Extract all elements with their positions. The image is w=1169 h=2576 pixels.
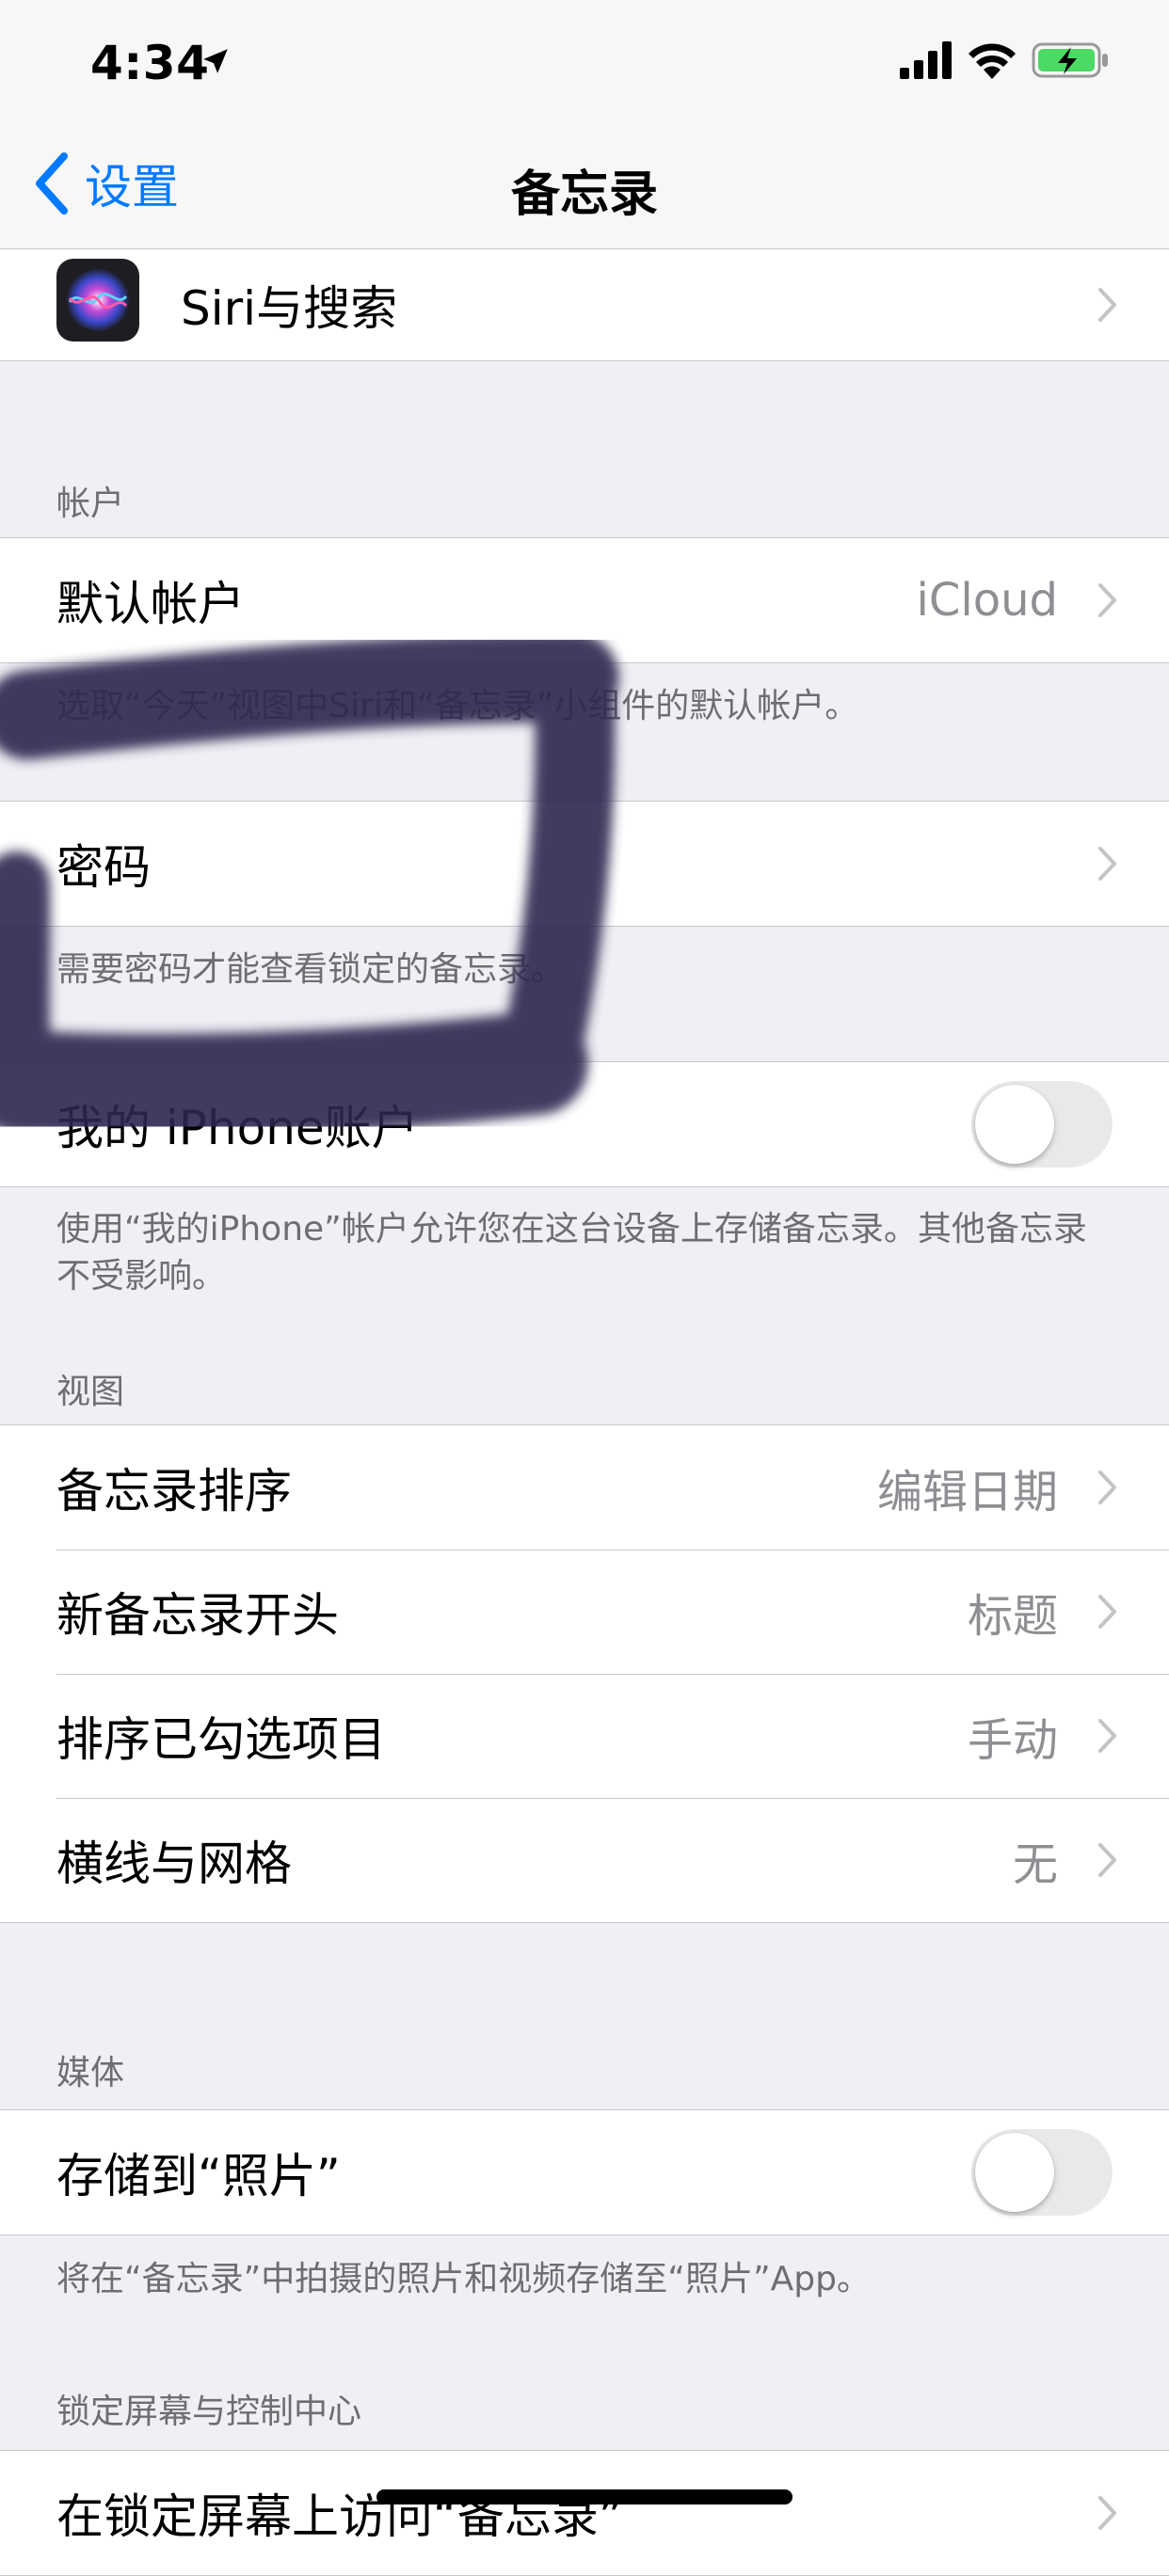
lines-grids-label: 横线与网格 <box>56 1837 292 1891</box>
lines-grids-row[interactable]: 横线与网格 无 <box>0 1798 1169 1922</box>
default-account-value: iCloud <box>916 574 1058 627</box>
lock-section-header: 锁定屏幕与控制中心 <box>56 2393 362 2431</box>
status-bar: 4:34 <box>0 0 1169 122</box>
siri-search-row[interactable]: Siri与搜索 <box>0 249 1169 360</box>
sort-checked-items-label: 排序已勾选项目 <box>56 1712 386 1767</box>
home-indicator <box>376 2489 793 2504</box>
chevron-right-icon <box>1098 1595 1116 1629</box>
chevron-right-icon <box>1098 583 1116 617</box>
chevron-right-icon <box>1098 288 1116 322</box>
iphone-account-label: 我的 iPhone账户 <box>56 1101 419 1155</box>
lock-group: 在锁定屏幕上访问“备忘录” <box>0 2450 1169 2576</box>
toggle-knob <box>975 1085 1054 1164</box>
siri-app-icon <box>56 259 139 342</box>
new-note-start-row[interactable]: 新备忘录开头 标题 <box>0 1550 1169 1674</box>
navigation-bar: 设置 备忘录 <box>0 122 1169 249</box>
password-footer: 需要密码才能查看锁定的备忘录。 <box>56 950 566 989</box>
notes-sort-row[interactable]: 备忘录排序 编辑日期 <box>0 1425 1169 1550</box>
view-group: 备忘录排序 编辑日期 新备忘录开头 标题 排序已勾选项目 手动 横线与网格 无 <box>0 1424 1169 1923</box>
cellular-signal-icon <box>900 41 952 79</box>
accounts-section-header: 帐户 <box>56 485 125 523</box>
notes-sort-label: 备忘录排序 <box>56 1464 292 1519</box>
save-to-photos-label: 存储到“照片” <box>56 2149 341 2203</box>
default-account-group: 默认帐户 iCloud <box>0 537 1169 663</box>
iphone-account-row: 我的 iPhone账户 <box>0 1062 1169 1186</box>
iphone-account-toggle[interactable] <box>971 1081 1113 1168</box>
save-to-photos-row: 存储到“照片” <box>0 2110 1169 2234</box>
chevron-right-icon <box>1098 1471 1116 1504</box>
media-group: 存储到“照片” <box>0 2109 1169 2235</box>
password-label: 密码 <box>56 840 151 895</box>
wifi-icon <box>969 43 1016 79</box>
sort-checked-items-value: 手动 <box>967 1714 1058 1767</box>
default-account-row[interactable]: 默认帐户 iCloud <box>0 538 1169 662</box>
chevron-right-icon <box>1098 1843 1116 1877</box>
new-note-start-label: 新备忘录开头 <box>56 1588 339 1643</box>
battery-charging-icon <box>1032 42 1108 78</box>
siri-search-label: Siri与搜索 <box>181 281 398 336</box>
default-account-label: 默认帐户 <box>56 577 245 631</box>
page-title: 备忘录 <box>510 167 658 223</box>
status-time: 4:34 <box>90 36 210 90</box>
default-account-footer: 选取“今天”视图中Siri和“备忘录”小组件的默认帐户。 <box>56 687 859 725</box>
sort-checked-items-row[interactable]: 排序已勾选项目 手动 <box>0 1674 1169 1798</box>
password-group: 密码 <box>0 801 1169 927</box>
save-to-photos-toggle[interactable] <box>971 2129 1113 2216</box>
chevron-right-icon <box>1098 847 1116 881</box>
siri-group: Siri与搜索 <box>0 248 1169 361</box>
view-section-header: 视图 <box>56 1373 125 1411</box>
media-section-header: 媒体 <box>56 2054 125 2092</box>
toggle-knob <box>975 2133 1054 2212</box>
new-note-start-value: 标题 <box>967 1590 1058 1643</box>
chevron-right-icon <box>1098 2496 1116 2530</box>
iphone-account-group: 我的 iPhone账户 <box>0 1061 1169 1187</box>
password-row[interactable]: 密码 <box>0 802 1169 926</box>
chevron-right-icon <box>1098 1719 1116 1753</box>
lock-screen-access-row[interactable]: 在锁定屏幕上访问“备忘录” <box>0 2451 1169 2575</box>
location-arrow-icon <box>203 49 228 73</box>
lines-grids-value: 无 <box>1012 1838 1058 1891</box>
notes-sort-value: 编辑日期 <box>876 1466 1058 1519</box>
iphone-account-footer: 使用“我的iPhone”帐户允许您在这台设备上存储备忘录。其他备忘录不受影响。 <box>56 1210 1087 1296</box>
media-footer: 将在“备忘录”中拍摄的照片和视频存储至“照片”App。 <box>56 2260 871 2298</box>
